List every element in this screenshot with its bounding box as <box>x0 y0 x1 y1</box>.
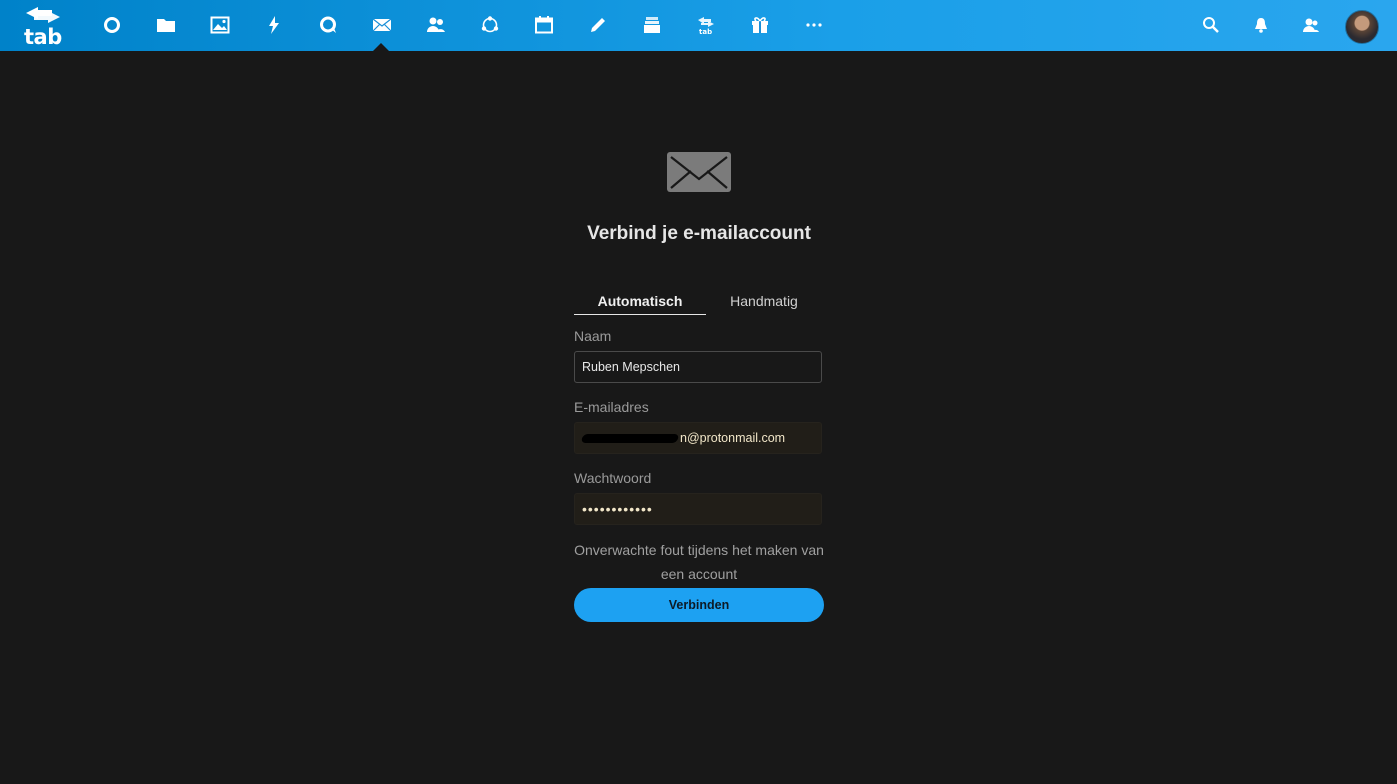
notes-pencil-icon[interactable] <box>585 12 611 38</box>
circles-icon[interactable] <box>477 12 503 38</box>
photos-image-icon[interactable] <box>207 12 233 38</box>
mail-envelope-icon[interactable] <box>369 12 395 38</box>
contacts-menu-icon[interactable] <box>1298 12 1324 38</box>
tab-automatic[interactable]: Automatisch <box>574 293 706 315</box>
tab-app-icon[interactable]: tab <box>693 12 719 38</box>
contacts-icon[interactable] <box>423 12 449 38</box>
logo-text: tab <box>24 25 62 49</box>
top-header: tab tab <box>0 0 1397 51</box>
tab-manual[interactable]: Handmatig <box>714 293 814 309</box>
calendar-icon[interactable] <box>531 12 557 38</box>
password-field[interactable]: •••••••••••• <box>574 493 822 525</box>
password-field-value: •••••••••••• <box>582 501 653 517</box>
search-icon[interactable] <box>1198 12 1224 38</box>
deck-stack-icon[interactable] <box>639 12 665 38</box>
svg-text:tab: tab <box>699 28 712 35</box>
name-label: Naam <box>574 328 612 344</box>
name-field[interactable]: Ruben Mepschen <box>574 351 822 383</box>
name-field-value: Ruben Mepschen <box>582 360 680 374</box>
more-dots-icon[interactable] <box>801 12 827 38</box>
password-label: Wachtwoord <box>574 470 652 486</box>
app-logo[interactable]: tab <box>20 5 64 49</box>
connect-button[interactable]: Verbinden <box>574 588 824 622</box>
notifications-bell-icon[interactable] <box>1248 12 1274 38</box>
email-field-value: n@protonmail.com <box>680 431 786 445</box>
activity-bolt-icon[interactable] <box>261 12 287 38</box>
error-message: Onverwachte fout tijdens het maken van e… <box>574 542 824 582</box>
page-title: Verbind je e-mailaccount <box>587 223 811 244</box>
email-field[interactable]: n@protonmail.com <box>574 422 822 454</box>
email-label: E-mailadres <box>574 399 649 415</box>
logo-arrows-icon <box>26 7 60 23</box>
active-nav-caret <box>373 43 389 51</box>
files-folder-icon[interactable] <box>153 12 179 38</box>
gift-icon[interactable] <box>747 12 773 38</box>
dashboard-circle-icon[interactable] <box>99 12 125 38</box>
talk-chat-icon[interactable] <box>315 12 341 38</box>
user-avatar[interactable] <box>1345 10 1379 44</box>
mail-envelope-icon <box>667 152 731 192</box>
redaction-mark <box>580 433 680 443</box>
